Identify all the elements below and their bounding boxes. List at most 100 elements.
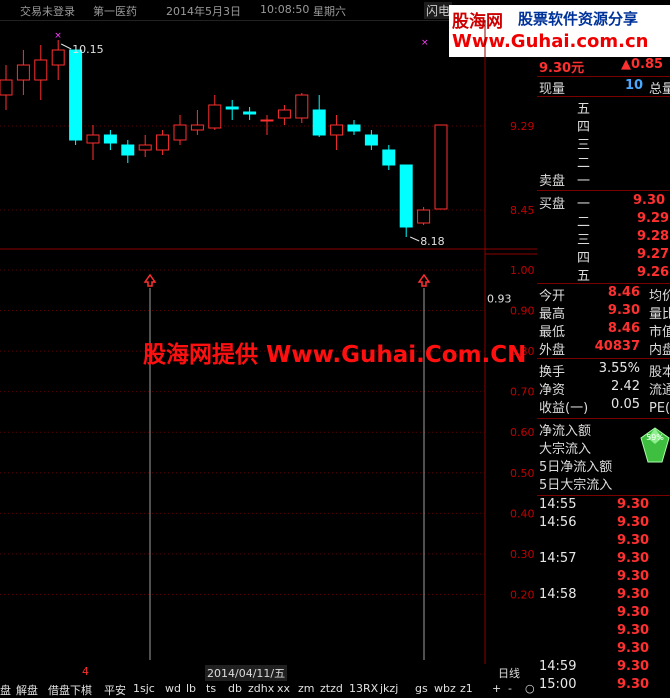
tab-5[interactable]: wd xyxy=(165,682,181,695)
tick-price: 9.30 xyxy=(617,677,650,692)
tab-0[interactable]: 盘 xyxy=(0,682,11,698)
tab-15[interactable]: gs xyxy=(415,682,428,695)
indicator-tabs: 盘解盘 借盘下棋 平安 1sjc wd lb ts db zdhx xx zm ztzd 13RX jkz… xyxy=(0,680,535,698)
buy-level-label: 五 xyxy=(577,269,591,284)
tab-14[interactable]: jkzj xyxy=(380,682,398,695)
candle xyxy=(243,107,257,120)
tick-price: 9.30 xyxy=(617,515,650,530)
ratio-label: 收益(一) xyxy=(539,401,589,416)
candle-body xyxy=(277,109,291,119)
candle-body xyxy=(156,134,170,151)
ratio-value: 2.42 xyxy=(611,379,640,394)
buy-level-price: 9.28 xyxy=(637,229,670,244)
stat-row: 最高 9.30 量比 xyxy=(537,303,670,322)
stat-tail-label: 市值 xyxy=(649,325,670,340)
watermark: 股海网提供 Www.Guhai.Com.CN xyxy=(143,342,527,368)
candle-body xyxy=(260,119,274,122)
candle-body xyxy=(382,149,396,166)
tab-control-1[interactable]: - xyxy=(508,682,512,695)
candle-body xyxy=(208,104,222,129)
buy-level-row: 二 9.29 xyxy=(537,211,670,230)
buy-level-price: 9.30 xyxy=(633,193,666,208)
tab-control-0[interactable]: + xyxy=(492,682,501,695)
candle-body xyxy=(0,79,13,96)
header-date: 2014年5月3日 xyxy=(166,5,241,18)
stat-value: 8.46 xyxy=(607,321,640,336)
tab-10[interactable]: xx xyxy=(277,682,290,695)
volume-label: 现量 xyxy=(539,82,566,97)
tab-control-2[interactable]: ○ xyxy=(525,682,535,695)
sell-level-label: 四 xyxy=(577,120,591,135)
tab-16[interactable]: wbz xyxy=(434,682,456,695)
tab-13[interactable]: 13RX xyxy=(349,682,378,695)
sell-label-row: 卖盘 xyxy=(537,170,670,189)
tab-17[interactable]: z1 xyxy=(460,682,473,695)
candle xyxy=(16,50,30,95)
buy-label: 买盘 xyxy=(539,197,566,212)
candle xyxy=(295,93,309,123)
ratio-value: 3.55% xyxy=(598,361,640,376)
candle-body xyxy=(69,49,83,141)
last-price: 9.30元 xyxy=(539,61,585,76)
stat-row: 外盘 40837 内盘 xyxy=(537,339,670,358)
gem-badge-icon[interactable]: 59% xyxy=(640,424,670,468)
low-pointer xyxy=(409,236,420,242)
login-status[interactable]: 交易未登录 xyxy=(20,3,75,19)
period-label[interactable]: 日线 xyxy=(498,665,520,681)
tick-row: 14:56 9.30 xyxy=(537,515,670,533)
tab-8[interactable]: db xyxy=(228,682,242,695)
tab-6[interactable]: lb xyxy=(186,682,196,695)
tab-3[interactable]: 平安 xyxy=(104,682,126,698)
candle xyxy=(121,140,135,163)
buy-level-label: 三 xyxy=(577,233,591,248)
indicator-tick-label: 0.30 xyxy=(510,548,535,561)
tick-row: 15:00 9.30 xyxy=(537,677,670,695)
tab-2[interactable]: 借盘下棋 xyxy=(48,682,92,698)
date-bar-index: 4 xyxy=(82,665,89,678)
divider xyxy=(537,495,670,496)
total-volume-label: 总量 xyxy=(649,82,670,97)
candle-body xyxy=(330,124,344,136)
high-pointer xyxy=(60,43,72,50)
sell-level-row: 三 xyxy=(537,134,670,153)
price-tick-label: 8.45 xyxy=(510,204,535,217)
divider xyxy=(537,283,670,284)
tick-row: 14:59 9.30 xyxy=(537,659,670,677)
stat-tail-label: 量比 xyxy=(649,307,670,322)
low-price-label: 8.18 xyxy=(420,235,445,248)
tab-12[interactable]: ztzd xyxy=(320,682,343,695)
tab-9[interactable]: zdhx xyxy=(248,682,274,695)
tab-1[interactable]: 解盘 xyxy=(16,682,38,698)
tick-price: 9.30 xyxy=(617,569,650,584)
stat-row: 最低 8.46 市值 xyxy=(537,321,670,340)
ratio-tail-label: 股本 xyxy=(649,365,670,380)
buy-level-label: 一 xyxy=(577,197,591,212)
marker-icon: × xyxy=(421,38,429,48)
price-row: 9.30元 ▲0.85 xyxy=(537,57,670,76)
sell-level-row: 五 xyxy=(537,98,670,117)
candle-body xyxy=(16,64,30,81)
stat-value: 9.30 xyxy=(607,303,640,318)
tab-7[interactable]: ts xyxy=(206,682,216,695)
tick-row: 9.30 xyxy=(537,605,670,623)
candle xyxy=(277,105,291,125)
candle xyxy=(190,110,204,135)
buy-level-price: 9.26 xyxy=(637,265,670,280)
stat-row: 今开 8.46 均价 xyxy=(537,285,670,304)
flow-label: 大宗流入 xyxy=(539,442,592,457)
indicator-tick-label: 1.00 xyxy=(510,264,535,277)
candle-body xyxy=(417,209,431,224)
indicator-tick-label: 0.20 xyxy=(510,588,535,601)
candle-body xyxy=(103,134,117,144)
tick-row: 14:58 9.30 xyxy=(537,587,670,605)
tick-price: 9.30 xyxy=(617,533,650,548)
flash-trade-button[interactable]: 闪电 xyxy=(424,2,453,19)
tick-row: 9.30 xyxy=(537,623,670,641)
tab-4[interactable]: 1sjc xyxy=(133,682,155,695)
tick-price: 9.30 xyxy=(617,659,650,674)
indicator-tick-label: 0.60 xyxy=(510,426,535,439)
sell-level-label: 五 xyxy=(577,102,591,117)
candle-body xyxy=(121,144,135,156)
tab-11[interactable]: zm xyxy=(298,682,315,695)
stat-label: 今开 xyxy=(539,289,566,304)
